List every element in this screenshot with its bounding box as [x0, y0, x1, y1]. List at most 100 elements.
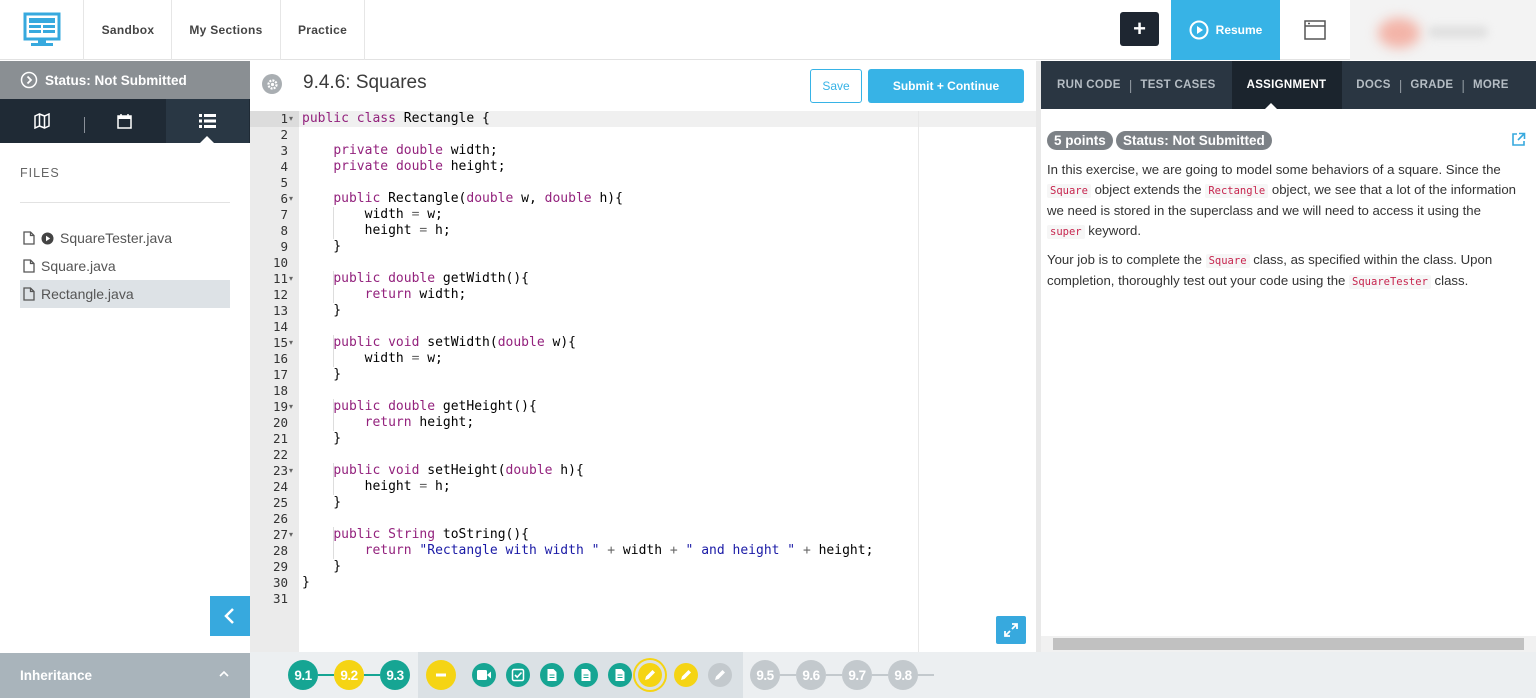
activity-node-doc-icon[interactable] [540, 663, 564, 687]
activity-node-minus-icon[interactable] [426, 660, 456, 690]
progress-connector [826, 674, 842, 676]
save-button[interactable]: Save [810, 69, 862, 103]
settings-button[interactable] [262, 74, 282, 94]
fullscreen-button[interactable] [996, 616, 1026, 644]
fold-arrow-icon[interactable]: ▾ [289, 111, 293, 127]
tab-docs[interactable]: DOCS [1342, 61, 1390, 109]
status-badge: Status: Not Submitted [1116, 131, 1272, 150]
list-icon [199, 114, 216, 128]
code-line: } [302, 367, 342, 382]
activity-node-doc-icon[interactable] [574, 663, 598, 687]
line-number: 25 [272, 495, 288, 510]
divider [20, 202, 230, 203]
line-number: 24 [272, 479, 288, 494]
code-line: } [302, 559, 342, 574]
collapse-panel-button[interactable] [210, 596, 250, 636]
code-line: } [302, 239, 342, 254]
assignment-paragraph: In this exercise, we are going to model … [1047, 160, 1522, 242]
code-line: public double getHeight(){ [333, 399, 537, 414]
nav-my-sections[interactable]: My Sections [172, 0, 281, 60]
line-number: 26 [272, 511, 288, 526]
activity-node-video-icon[interactable] [472, 663, 496, 687]
tab-files[interactable] [166, 99, 249, 144]
lesson-node-label: 9.1 [294, 667, 312, 683]
user-menu[interactable] [1350, 0, 1536, 60]
status-label: Status: Not Submitted [45, 72, 187, 88]
line-number: 29 [272, 559, 288, 574]
horizontal-scrollbar[interactable] [1041, 636, 1536, 652]
lesson-node-label: 9.5 [756, 667, 774, 683]
activity-node-pencil-icon[interactable] [638, 663, 662, 687]
fold-arrow-icon[interactable]: ▾ [289, 271, 293, 287]
doc-icon [580, 668, 592, 682]
code-line: public double getWidth(){ [333, 271, 529, 286]
assignment-text: keyword. [1084, 223, 1142, 238]
indent-guide [333, 335, 334, 367]
line-number: 1 [280, 111, 288, 126]
activity-node-pencil-icon[interactable] [708, 663, 732, 687]
tab-test-cases[interactable]: TEST CASES [1140, 61, 1215, 109]
file-name: Rectangle.java [41, 286, 134, 302]
lesson-node[interactable]: 9.3 [380, 660, 410, 690]
lesson-node-label: 9.3 [386, 667, 404, 683]
points-badge: 5 points [1047, 131, 1113, 150]
fold-arrow-icon[interactable]: ▾ [289, 191, 293, 207]
lesson-node[interactable]: 9.2 [334, 660, 364, 690]
submit-continue-button[interactable]: Submit + Continue [868, 69, 1024, 103]
nav-sandbox[interactable]: Sandbox [85, 0, 172, 60]
resume-button[interactable]: Resume [1171, 0, 1280, 60]
indent-guide [333, 463, 334, 495]
lesson-node[interactable]: 9.8 [888, 660, 918, 690]
tab-more[interactable]: MORE [1473, 61, 1509, 109]
scrollbar-thumb[interactable] [1053, 638, 1524, 650]
file-name: SquareTester.java [60, 230, 173, 246]
nav-practice[interactable]: Practice [281, 0, 365, 60]
codehs-logo[interactable] [0, 0, 84, 60]
tab-assignment[interactable]: ASSIGNMENT [1231, 61, 1343, 110]
lesson-node[interactable]: 9.1 [288, 660, 318, 690]
line-number: 31 [272, 591, 288, 606]
activity-node-quiz-icon[interactable] [506, 663, 530, 687]
tab-map[interactable] [0, 99, 83, 143]
lesson-node[interactable]: 9.5 [750, 660, 780, 690]
create-button[interactable]: + [1120, 12, 1159, 46]
chevron-up-icon [219, 670, 229, 677]
code-line: private double width; [333, 143, 498, 158]
progress-connector [364, 674, 380, 676]
activity-node-pencil-icon[interactable] [674, 663, 698, 687]
minus-icon [434, 668, 448, 682]
line-number: 12 [272, 287, 288, 302]
fold-arrow-icon[interactable]: ▾ [289, 399, 293, 415]
activity-node-doc-icon[interactable] [608, 663, 632, 687]
lesson-node-label: 9.8 [894, 667, 912, 683]
lesson-node[interactable]: 9.6 [796, 660, 826, 690]
code-line: width = w; [302, 351, 443, 366]
file-item-active[interactable]: Rectangle.java [20, 280, 230, 308]
tab-grade[interactable]: GRADE [1410, 61, 1453, 109]
fold-arrow-icon[interactable]: ▾ [289, 463, 293, 479]
module-selector[interactable]: Inheritance [0, 653, 250, 698]
pencil-icon [643, 668, 657, 682]
assignment-text: class. [1430, 273, 1469, 288]
external-link-icon[interactable] [1511, 132, 1526, 147]
line-number: 3 [280, 143, 288, 158]
tab-separator: | [1461, 77, 1466, 93]
tab-calendar[interactable] [83, 99, 166, 143]
file-item[interactable]: SquareTester.java [20, 224, 230, 252]
top-bar: Sandbox My Sections Practice + Resume [0, 0, 1536, 60]
inline-code: Rectangle [1205, 184, 1269, 198]
line-number: 13 [272, 303, 288, 318]
fold-arrow-icon[interactable]: ▾ [289, 335, 293, 351]
line-number: 23 [272, 463, 288, 478]
tab-run-code[interactable]: RUN CODE [1041, 61, 1121, 109]
user-name-blurred [1428, 26, 1488, 38]
left-panel: Status: Not Submitted FILES SquareTester… [0, 61, 250, 698]
print-margin [918, 111, 919, 652]
file-item[interactable]: Square.java [20, 252, 230, 280]
assignment-text: Your job is to complete the [1047, 252, 1206, 267]
window-toggle[interactable] [1280, 0, 1350, 60]
gear-icon [266, 78, 278, 90]
pencil-icon [713, 668, 727, 682]
lesson-node[interactable]: 9.7 [842, 660, 872, 690]
fold-arrow-icon[interactable]: ▾ [289, 527, 293, 543]
